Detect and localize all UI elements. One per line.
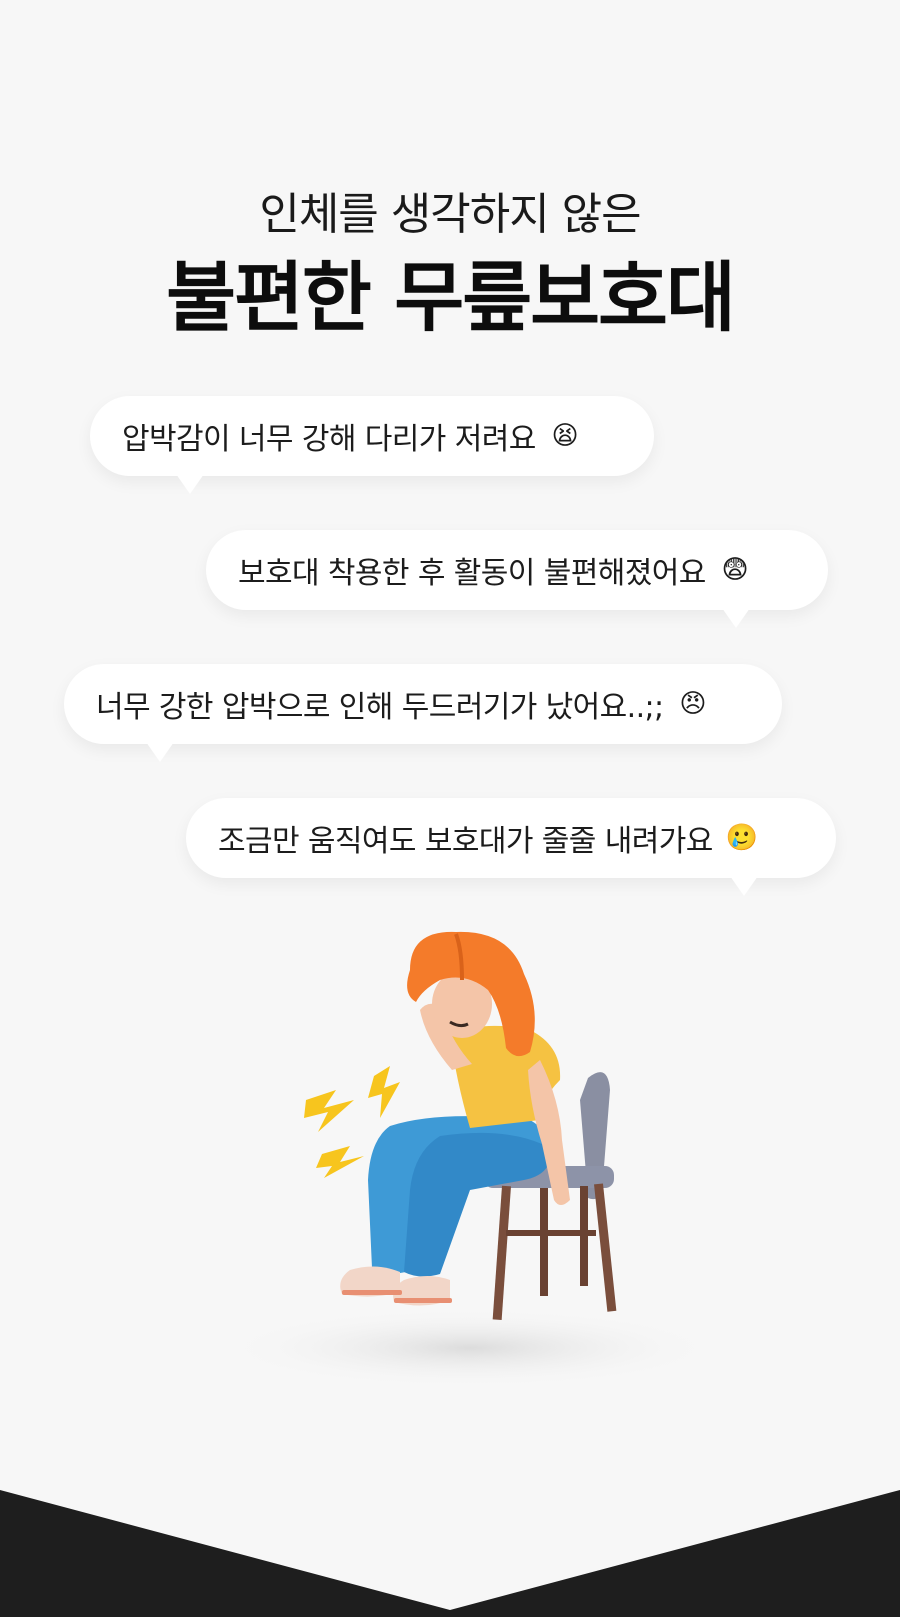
tired-face-icon: 😫 bbox=[551, 421, 578, 451]
bubble-tail bbox=[176, 474, 204, 494]
page-subtitle: 인체를 생각하지 않은 bbox=[259, 189, 641, 240]
bubble-text: 보호대 착용한 후 활동이 불편해졌어요 bbox=[238, 556, 706, 591]
speech-bubble: 압박감이 너무 강해 다리가 저려요 😫 bbox=[90, 396, 654, 476]
bubble-tail bbox=[730, 876, 758, 896]
bubble-text: 조금만 움직여도 보호대가 줄줄 내려가요 bbox=[218, 824, 713, 859]
bubble-text: 압박감이 너무 강해 다리가 저려요 bbox=[122, 422, 536, 457]
page: 인체를 생각하지 않은 불편한 무릎보호대 압박감이 너무 강해 다리가 저려요… bbox=[0, 0, 900, 1617]
page-title: 불편한 무릎보호대 bbox=[166, 253, 736, 342]
pants-illustration bbox=[368, 1116, 551, 1277]
speech-bubble: 조금만 움직여도 보호대가 줄줄 내려가요 🥲 bbox=[186, 798, 836, 878]
fearful-face-icon: 😨 bbox=[721, 555, 748, 585]
bubble-tail bbox=[722, 608, 750, 628]
angry-face-icon: 😠 bbox=[679, 689, 706, 719]
bubble-tail bbox=[146, 742, 174, 762]
bottom-dark-band bbox=[0, 1490, 900, 1617]
bubble-text: 너무 강한 압박으로 인해 두드러기가 났어요..;; bbox=[96, 690, 664, 725]
speech-bubble: 너무 강한 압박으로 인해 두드러기가 났어요..;; 😠 bbox=[64, 664, 782, 744]
speech-bubble: 보호대 착용한 후 활동이 불편해졌어요 😨 bbox=[206, 530, 828, 610]
floor-shadow bbox=[220, 1308, 720, 1388]
smiling-face-with-tear-icon: 🥲 bbox=[725, 823, 758, 853]
woman-in-pain-illustration bbox=[220, 931, 720, 1388]
